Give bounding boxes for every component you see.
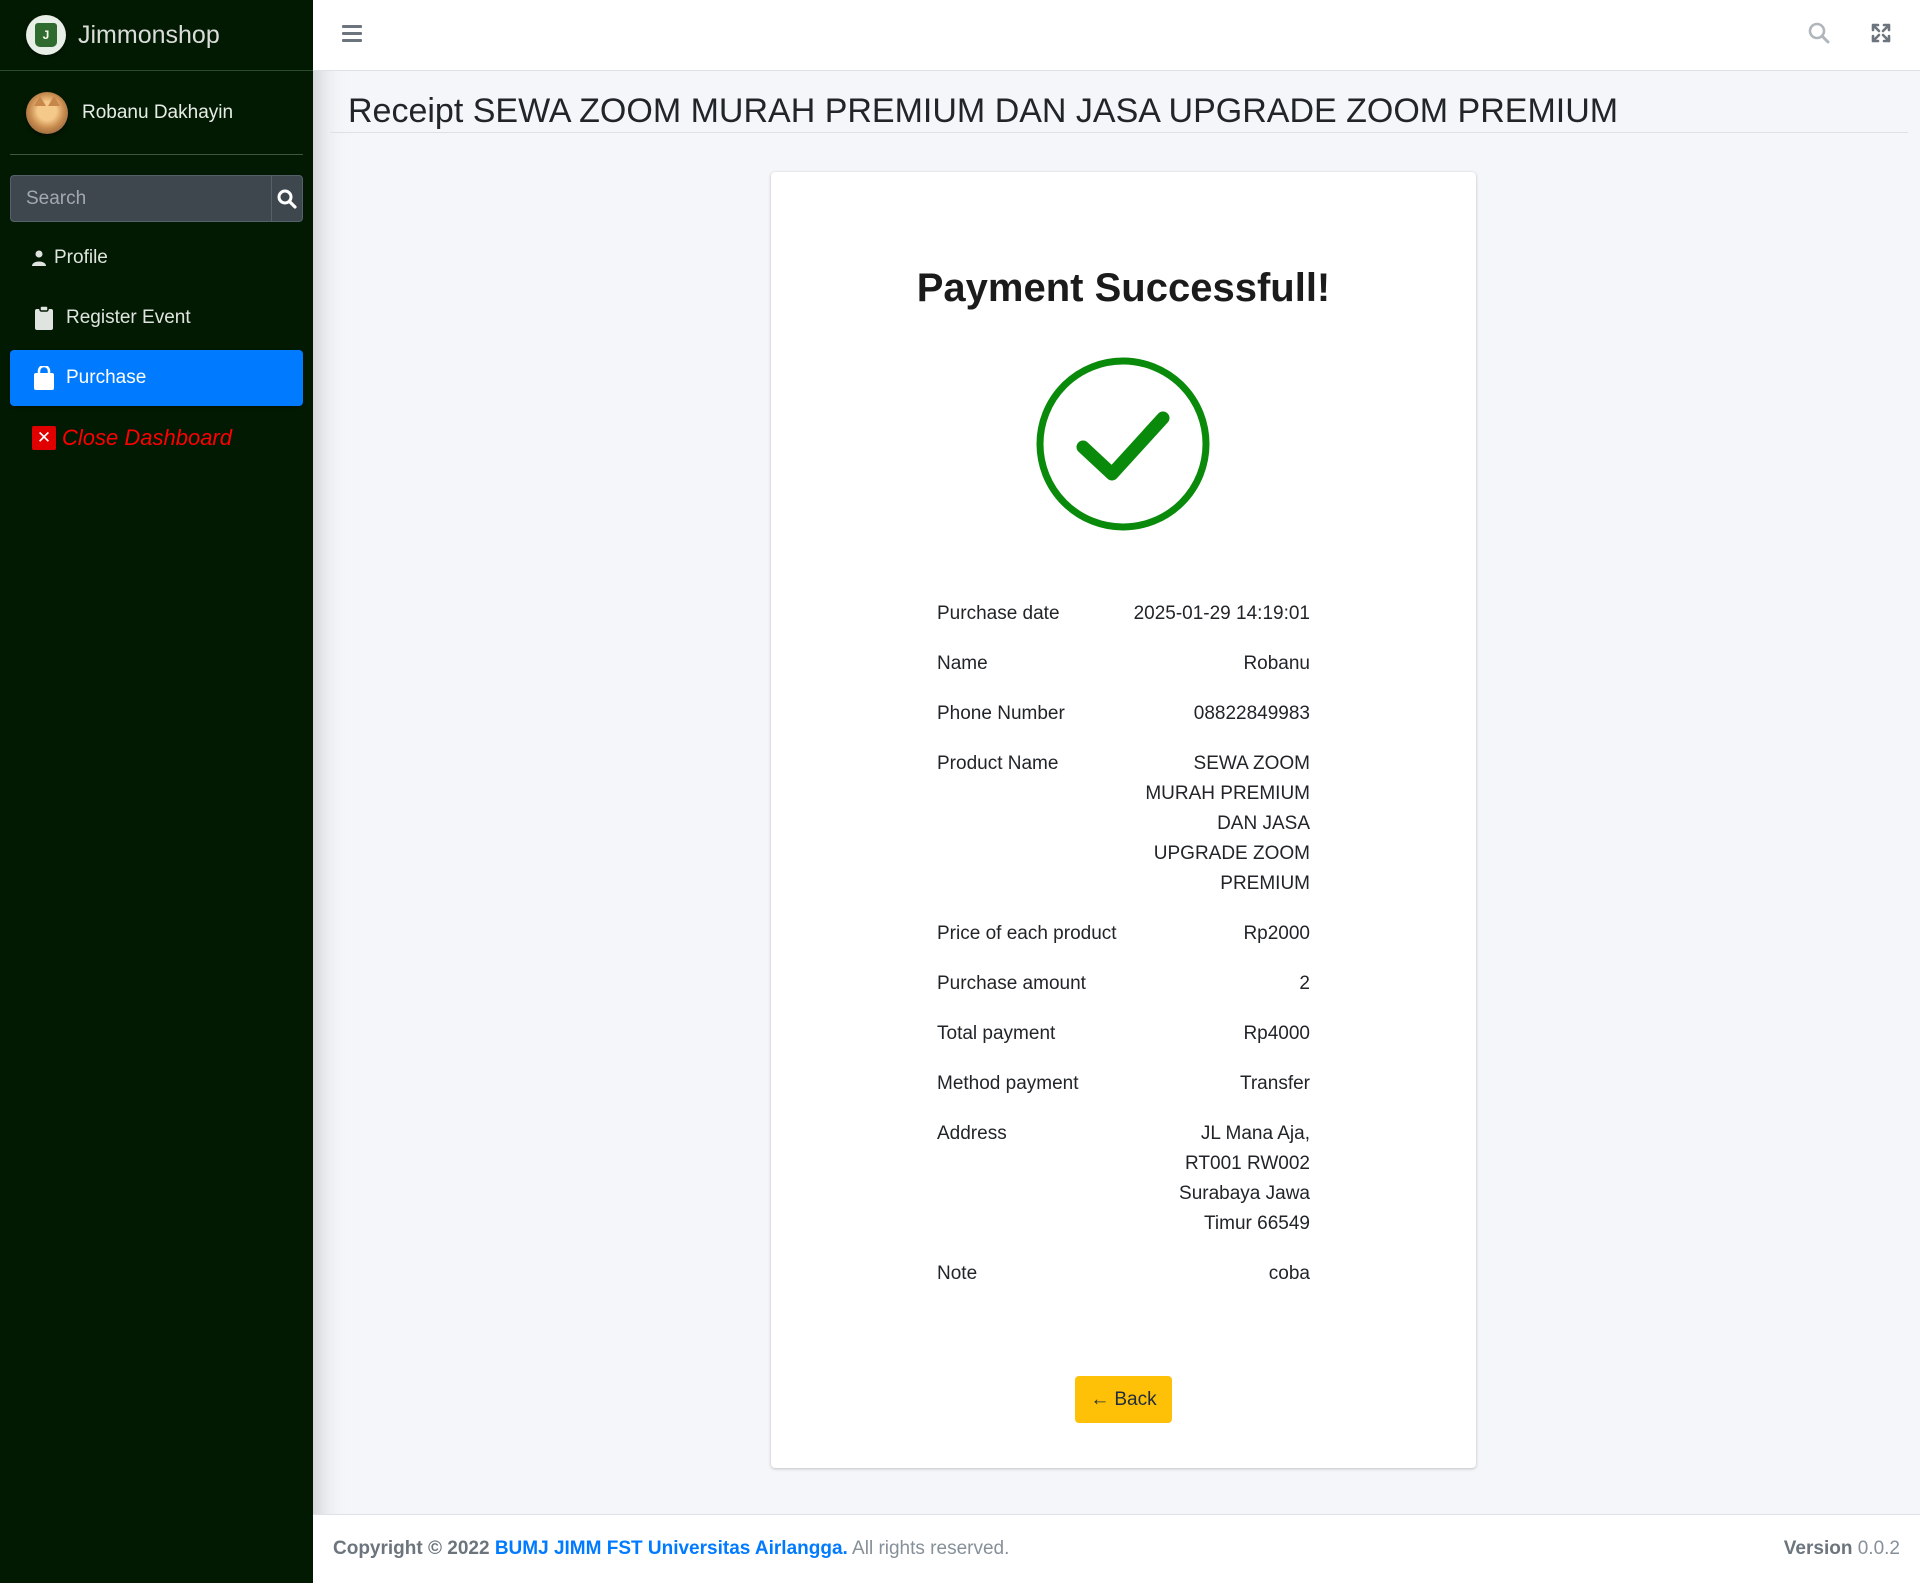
main-sidebar: J Jimmonshop Robanu Dakhayin Profile Reg… [0, 0, 313, 1583]
navbar-search-button[interactable] [1808, 22, 1830, 49]
row-value: 2 [1299, 973, 1310, 994]
payment-status-heading: Payment Successfull! [916, 266, 1331, 310]
page-title: Receipt SEWA ZOOM MURAH PREMIUM DAN JASA… [348, 92, 1619, 130]
top-navbar [313, 0, 1920, 71]
row-label: Phone Number [937, 703, 1065, 724]
avatar[interactable] [26, 91, 68, 134]
version-number: 0.0.2 [1857, 1538, 1900, 1559]
back-button-label: Back [1114, 1388, 1157, 1410]
sidebar-item-purchase[interactable]: Purchase [10, 350, 303, 406]
version-info: Version 0.0.2 [1784, 1538, 1900, 1560]
receipt-row-method: Method payment Transfer [937, 1069, 1310, 1099]
receipt-card: Payment Successfull! Purchase date 2025-… [771, 172, 1476, 1468]
receipt-row-amount: Purchase amount 2 [937, 969, 1310, 999]
receipt-row-purchase-date: Purchase date 2025-01-29 14:19:01 [937, 599, 1310, 629]
sidebar-search-input[interactable] [10, 175, 271, 222]
copyright-prefix: Copyright © 2022 [333, 1538, 490, 1559]
shopping-bag-logo-icon: J [35, 23, 57, 47]
menu-toggle-icon[interactable] [342, 25, 362, 46]
sidebar-item-label: Register Event [66, 307, 191, 328]
rights-text: All rights reserved. [852, 1538, 1010, 1559]
shopping-bag-icon [32, 366, 56, 390]
row-label: Purchase date [937, 603, 1060, 624]
receipt-row-product-name: Product Name SEWA ZOOM MURAH PREMIUM DAN… [937, 749, 1310, 899]
title-divider [330, 132, 1908, 133]
row-label: Price of each product [937, 923, 1117, 944]
row-value: Transfer [1239, 1073, 1310, 1094]
receipt-row-total: Total payment Rp4000 [937, 1019, 1310, 1049]
user-panel: Robanu Dakhayin [10, 71, 303, 155]
sidebar-item-label: Purchase [66, 367, 147, 388]
brand-link[interactable]: J Jimmonshop [0, 0, 313, 71]
search-icon [277, 189, 297, 209]
expand-icon [1871, 23, 1891, 43]
clipboard-icon [32, 306, 56, 330]
row-label: Product Name [937, 753, 1059, 774]
row-label: Note [937, 1263, 978, 1284]
row-value: SEWA ZOOM MURAH PREMIUM DAN JASA UPGRADE… [1145, 753, 1310, 894]
sidebar-item-label: Profile [54, 247, 108, 268]
sidebar-item-register-event[interactable]: Register Event [10, 290, 303, 346]
row-value: 08822849983 [1193, 703, 1310, 724]
user-icon [32, 246, 46, 270]
receipt-row-note: Note coba [937, 1259, 1310, 1289]
row-label: Name [937, 653, 988, 674]
row-value: coba [1268, 1263, 1310, 1284]
sidebar-search-button[interactable] [271, 175, 303, 222]
sidebar-item-close-dashboard[interactable]: ✕ Close Dashboard [10, 410, 303, 466]
receipt-row-phone: Phone Number 08822849983 [937, 699, 1310, 729]
row-value: JL Mana Aja, RT001 RW002 Surabaya Jawa T… [1179, 1123, 1310, 1234]
receipt-row-address: Address JL Mana Aja, RT001 RW002 Surabay… [937, 1119, 1310, 1239]
row-label: Method payment [937, 1073, 1079, 1094]
success-check-icon [1035, 356, 1211, 537]
row-label: Purchase amount [937, 973, 1086, 994]
sidebar-search [10, 175, 303, 222]
sidebar-item-profile[interactable]: Profile [10, 230, 303, 286]
sidebar-item-label: Close Dashboard [62, 425, 232, 450]
arrow-left-icon: ← [1090, 1388, 1110, 1410]
row-value: Rp4000 [1243, 1023, 1310, 1044]
version-label: Version [1783, 1538, 1853, 1559]
receipt-row-name: Name Robanu [937, 649, 1310, 679]
search-icon [1808, 22, 1830, 44]
row-label: Total payment [937, 1023, 1056, 1044]
receipt-row-price: Price of each product Rp2000 [937, 919, 1310, 949]
user-name[interactable]: Robanu Dakhayin [82, 102, 233, 124]
footer: Copyright © 2022 BUMJ JIMM FST Universit… [313, 1514, 1920, 1583]
copyright: Copyright © 2022 BUMJ JIMM FST Universit… [333, 1538, 1009, 1560]
row-value: Robanu [1243, 653, 1310, 674]
close-icon: ✕ [32, 426, 56, 450]
org-link[interactable]: BUMJ JIMM FST Universitas Airlangga. [495, 1538, 848, 1559]
row-value: Rp2000 [1243, 923, 1310, 944]
fullscreen-button[interactable] [1870, 22, 1892, 49]
brand-name: Jimmonshop [78, 20, 220, 49]
row-value: 2025-01-29 14:19:01 [1133, 603, 1310, 624]
row-label: Address [937, 1123, 1007, 1144]
back-button[interactable]: ← Back [1075, 1376, 1172, 1423]
sidebar-nav: Profile Register Event Purchase ✕ Close … [0, 230, 313, 466]
brand-logo: J [26, 15, 66, 55]
receipt-details: Purchase date 2025-01-29 14:19:01 Name R… [937, 599, 1310, 1309]
